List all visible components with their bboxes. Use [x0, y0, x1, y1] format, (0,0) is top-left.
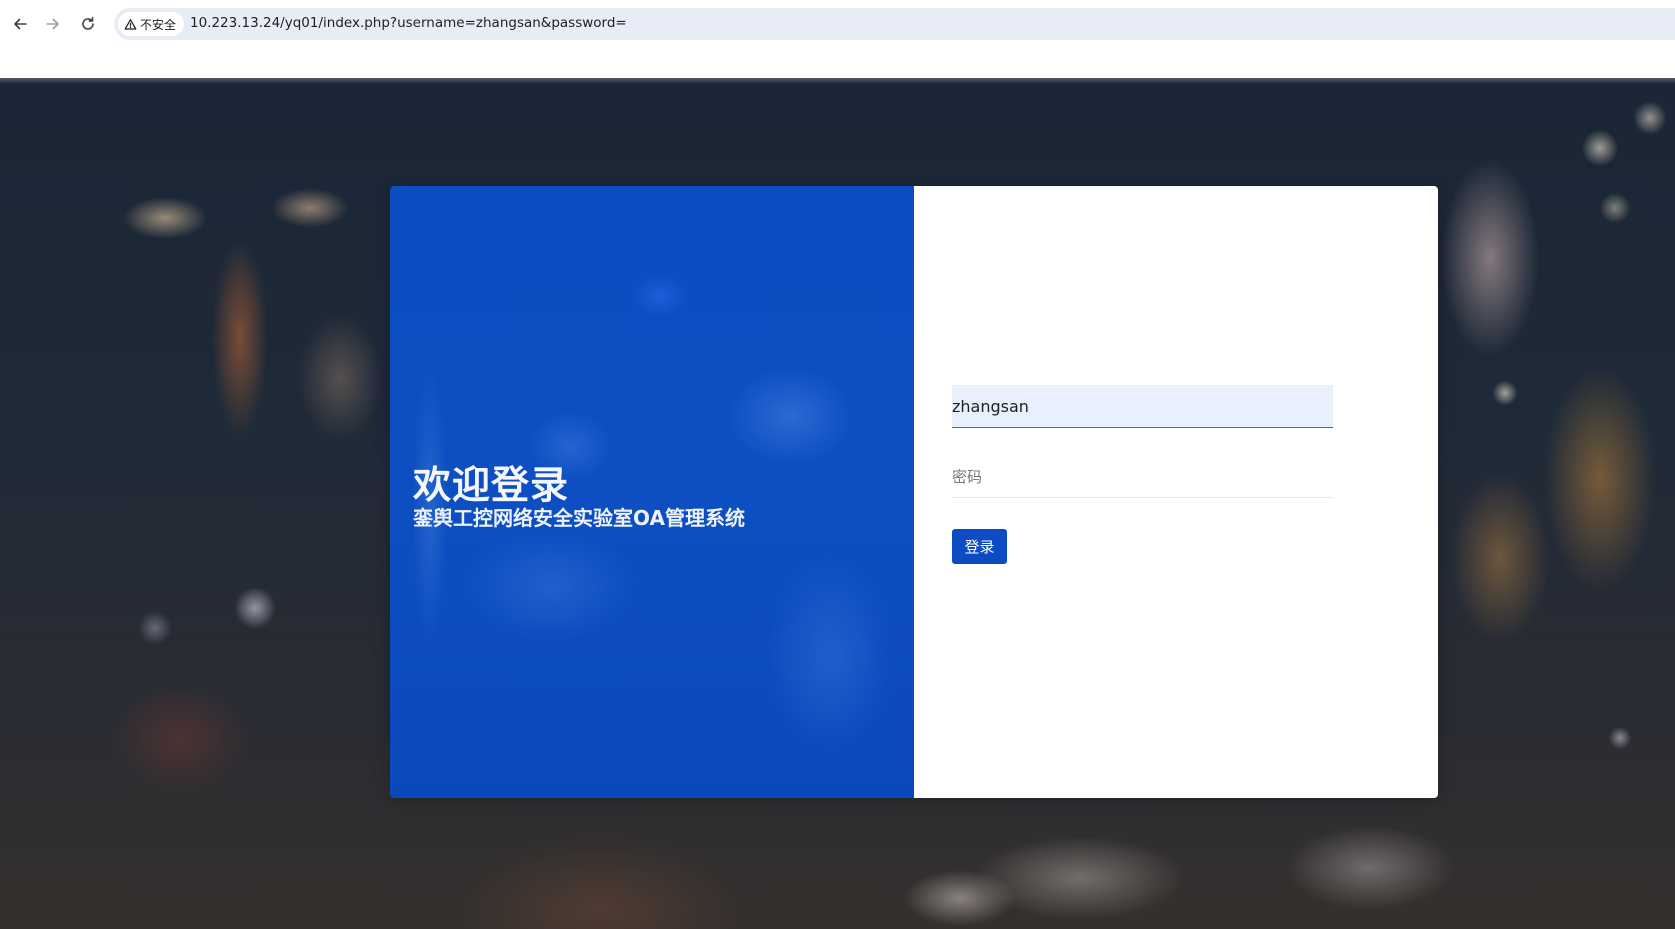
browser-toolbar: 不安全 10.223.13.24/yq01/index.php?username… — [0, 4, 1675, 42]
arrow-left-icon — [14, 18, 27, 30]
url-text[interactable]: 10.223.13.24/yq01/index.php?username=zha… — [190, 15, 627, 31]
welcome-panel: 欢迎登录 銮舆工控网络安全实验室OA管理系统 — [390, 186, 914, 798]
reload-button[interactable] — [77, 13, 99, 35]
security-indicator[interactable]: 不安全 — [118, 12, 185, 36]
arrow-right-icon — [46, 18, 59, 30]
reload-icon — [82, 17, 94, 30]
warning-triangle-icon — [124, 18, 137, 30]
password-input[interactable] — [952, 457, 1333, 497]
security-label: 不安全 — [140, 17, 177, 32]
back-button[interactable] — [9, 13, 31, 35]
forward-button[interactable] — [42, 13, 64, 35]
login-form-panel: 登录 — [914, 186, 1438, 798]
background-highlight — [0, 78, 1675, 84]
username-field-wrapper — [952, 385, 1333, 428]
login-button[interactable]: 登录 — [952, 529, 1007, 564]
browser-chrome: 不安全 10.223.13.24/yq01/index.php?username… — [0, 0, 1675, 78]
system-name: 銮舆工控网络安全实验室OA管理系统 — [413, 506, 745, 530]
address-bar[interactable]: 不安全 10.223.13.24/yq01/index.php?username… — [114, 8, 1675, 40]
login-card: 欢迎登录 銮舆工控网络安全实验室OA管理系统 登录 — [390, 186, 1438, 798]
username-input[interactable] — [952, 385, 1333, 427]
password-field-wrapper — [952, 457, 1333, 498]
welcome-title: 欢迎登录 — [413, 463, 570, 507]
